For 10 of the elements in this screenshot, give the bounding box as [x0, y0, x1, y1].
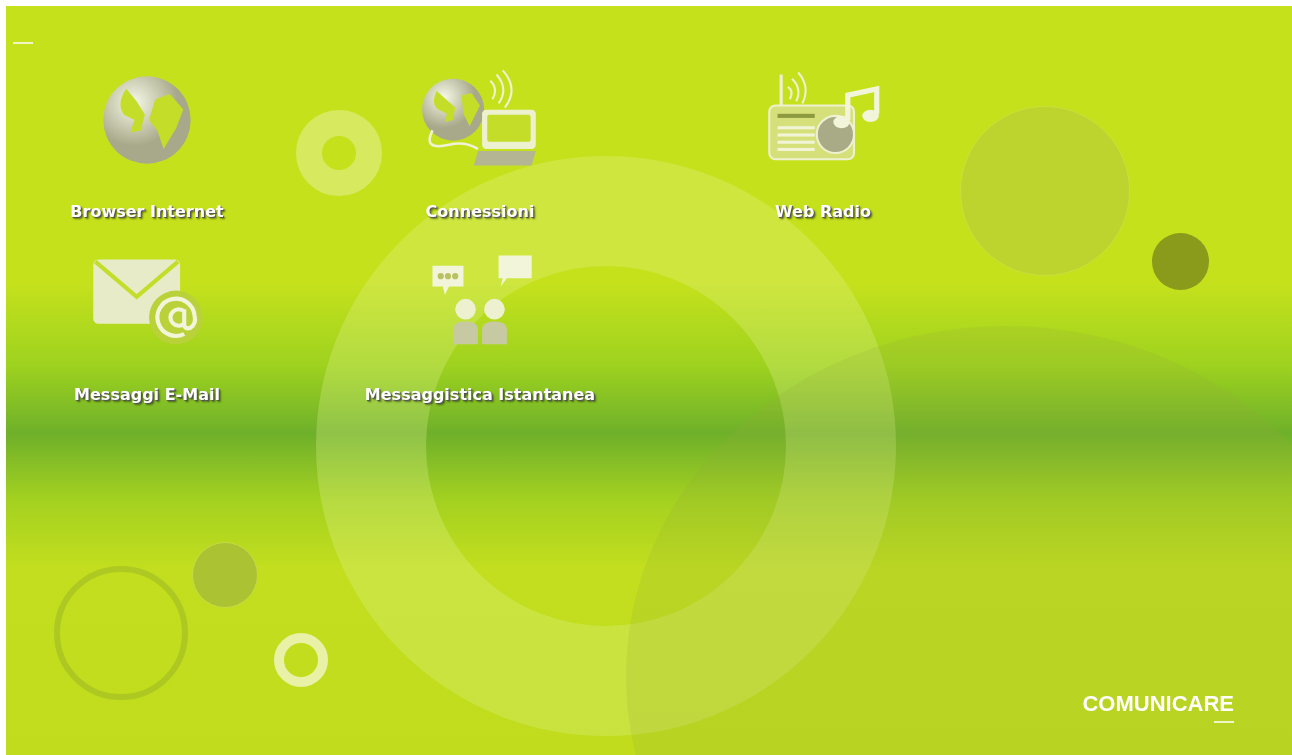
launcher-button[interactable]: Messaggi E-Mail — [74, 251, 220, 404]
launcher-button[interactable]: Browser Internet — [70, 68, 224, 221]
underline-mark — [1214, 721, 1234, 723]
section-title: COMUNICARE — [1082, 691, 1234, 717]
launcher-button[interactable]: Web Radio — [761, 68, 885, 221]
launcher-button[interactable]: Connessioni — [418, 68, 542, 221]
launcher-button[interactable]: Messaggistica Istantanea — [364, 251, 596, 404]
corner-mark — [13, 42, 33, 44]
dot-decoration — [1152, 233, 1209, 290]
ring-decoration — [274, 633, 328, 687]
